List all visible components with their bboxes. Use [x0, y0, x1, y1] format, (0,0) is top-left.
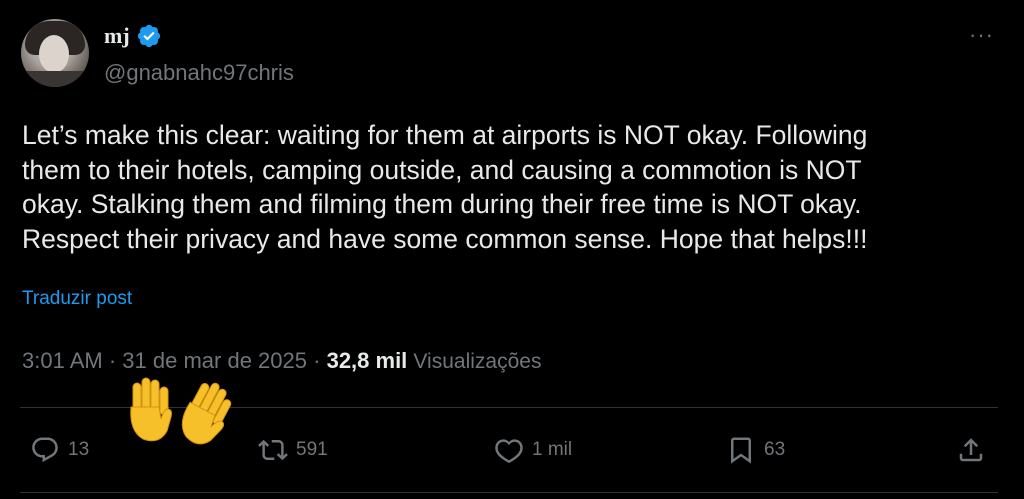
- like-count: 1 mil: [532, 439, 573, 460]
- reply-icon: [30, 435, 60, 465]
- bookmark-count: 63: [764, 439, 786, 460]
- more-dots-icon[interactable]: ···: [969, 22, 994, 48]
- repost-button[interactable]: 591: [258, 435, 328, 465]
- display-name[interactable]: mj: [104, 23, 130, 49]
- repost-icon: [258, 435, 288, 465]
- reply-count: 13: [68, 439, 90, 460]
- divider: [20, 492, 998, 493]
- author-name-row: mj: [104, 23, 162, 49]
- views-label: Visualizações: [413, 350, 542, 373]
- translate-post-link[interactable]: Traduzir post: [22, 287, 132, 311]
- avatar[interactable]: [21, 19, 89, 87]
- verified-badge-icon[interactable]: [136, 23, 162, 49]
- bookmark-icon: [726, 435, 756, 465]
- tweet-date[interactable]: 31 de mar de 2025: [122, 348, 307, 373]
- like-button[interactable]: 1 mil: [494, 435, 572, 465]
- meta-separator: ·: [313, 348, 321, 373]
- avatar-shirt: [21, 71, 89, 87]
- author-handle[interactable]: @gnabnahc97chris: [104, 60, 294, 86]
- waving-hands-emoji: [125, 377, 235, 455]
- meta-separator: ·: [108, 348, 117, 373]
- heart-icon: [494, 435, 524, 465]
- bookmark-button[interactable]: 63: [726, 435, 785, 465]
- share-icon: [956, 435, 986, 465]
- tweet-time[interactable]: 3:01 AM: [22, 348, 103, 373]
- reply-button[interactable]: 13: [30, 435, 89, 465]
- share-button[interactable]: [956, 435, 986, 465]
- tweet-text: Let’s make this clear: waiting for them …: [22, 120, 868, 254]
- avatar-face: [39, 35, 69, 73]
- views-count: 32,8 mil: [326, 348, 408, 373]
- repost-count: 591: [296, 439, 328, 460]
- tweet-metadata: 3:01 AM · 31 de mar de 2025 · 32,8 mil V…: [22, 347, 541, 376]
